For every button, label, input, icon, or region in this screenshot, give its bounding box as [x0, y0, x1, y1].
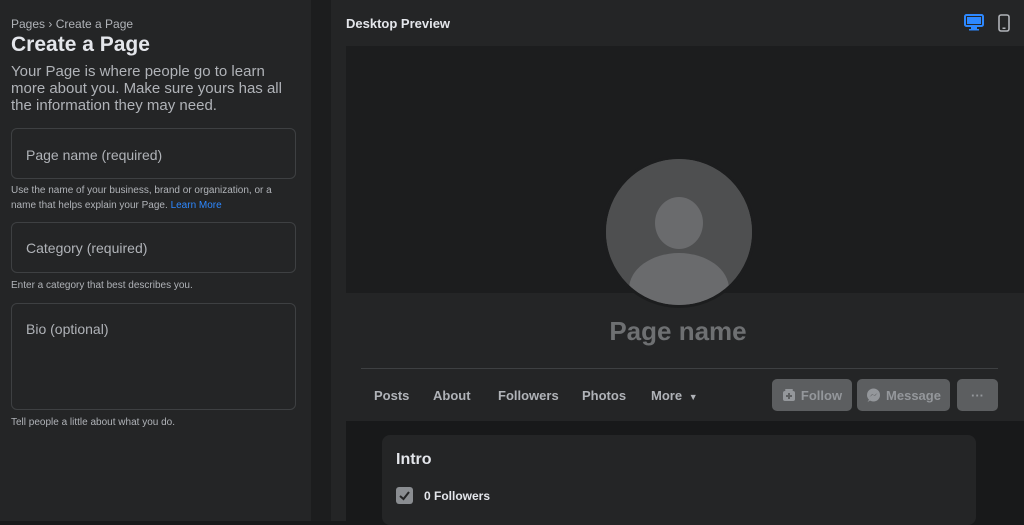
- preview-page-name: Page name: [609, 316, 747, 346]
- page-name-field[interactable]: Page name (required): [11, 128, 296, 179]
- more-options-label: ···: [971, 387, 984, 403]
- page-name-help-text: Use the name of your business, brand or …: [11, 185, 272, 211]
- bio-help: Tell people a little about what you do.: [11, 417, 175, 428]
- tab-more-label: More: [651, 388, 683, 403]
- tab-about[interactable]: About: [433, 388, 471, 403]
- page-name-help: Use the name of your business, brand or …: [11, 183, 296, 213]
- followers-icon: [396, 487, 413, 504]
- page-title: Create a Page: [11, 33, 150, 56]
- preview-panel: Desktop Preview Page name Posts About Fo…: [331, 0, 1024, 525]
- mobile-icon[interactable]: [998, 14, 1010, 37]
- panel-divider: [311, 0, 331, 521]
- intro-card: Intro 0 Followers: [382, 435, 976, 525]
- follow-button[interactable]: Follow: [772, 379, 852, 411]
- bio-field[interactable]: Bio (optional): [11, 303, 296, 410]
- learn-more-link[interactable]: Learn More: [171, 200, 222, 211]
- tab-posts[interactable]: Posts: [374, 388, 409, 403]
- caret-down-icon: ▼: [688, 392, 698, 402]
- follow-label: Follow: [800, 387, 843, 403]
- category-help: Enter a category that best describes you…: [11, 280, 193, 291]
- more-options-button[interactable]: ···: [957, 379, 998, 411]
- message-label: Message: [886, 387, 941, 403]
- preview-divider: [361, 368, 998, 369]
- bio-placeholder: Bio (optional): [26, 321, 109, 337]
- tab-more[interactable]: More ▼: [651, 388, 698, 403]
- preview-feed: Intro 0 Followers: [346, 421, 1024, 525]
- category-placeholder: Category (required): [26, 240, 148, 256]
- page-name-placeholder: Page name (required): [26, 147, 163, 163]
- messenger-icon: [867, 388, 881, 402]
- preview-header: Desktop Preview: [346, 16, 451, 31]
- follow-icon: [782, 389, 795, 401]
- intro-card-title: Intro: [396, 451, 432, 468]
- page-preview: Page name Posts About Followers Photos M…: [346, 46, 1024, 525]
- tab-photos[interactable]: Photos: [582, 388, 626, 403]
- tab-followers[interactable]: Followers: [498, 388, 559, 403]
- desktop-icon[interactable]: [964, 14, 984, 36]
- message-button[interactable]: Message: [857, 379, 950, 411]
- person-silhouette-icon: [606, 159, 752, 305]
- breadcrumb[interactable]: Pages › Create a Page: [11, 17, 133, 31]
- category-field[interactable]: Category (required): [11, 222, 296, 273]
- followers-count: 0 Followers: [424, 489, 491, 503]
- create-page-panel: Pages › Create a Page Create a Page Your…: [0, 0, 311, 521]
- intro-text: Your Page is where people go to learn mo…: [11, 63, 282, 114]
- profile-picture: [603, 156, 755, 308]
